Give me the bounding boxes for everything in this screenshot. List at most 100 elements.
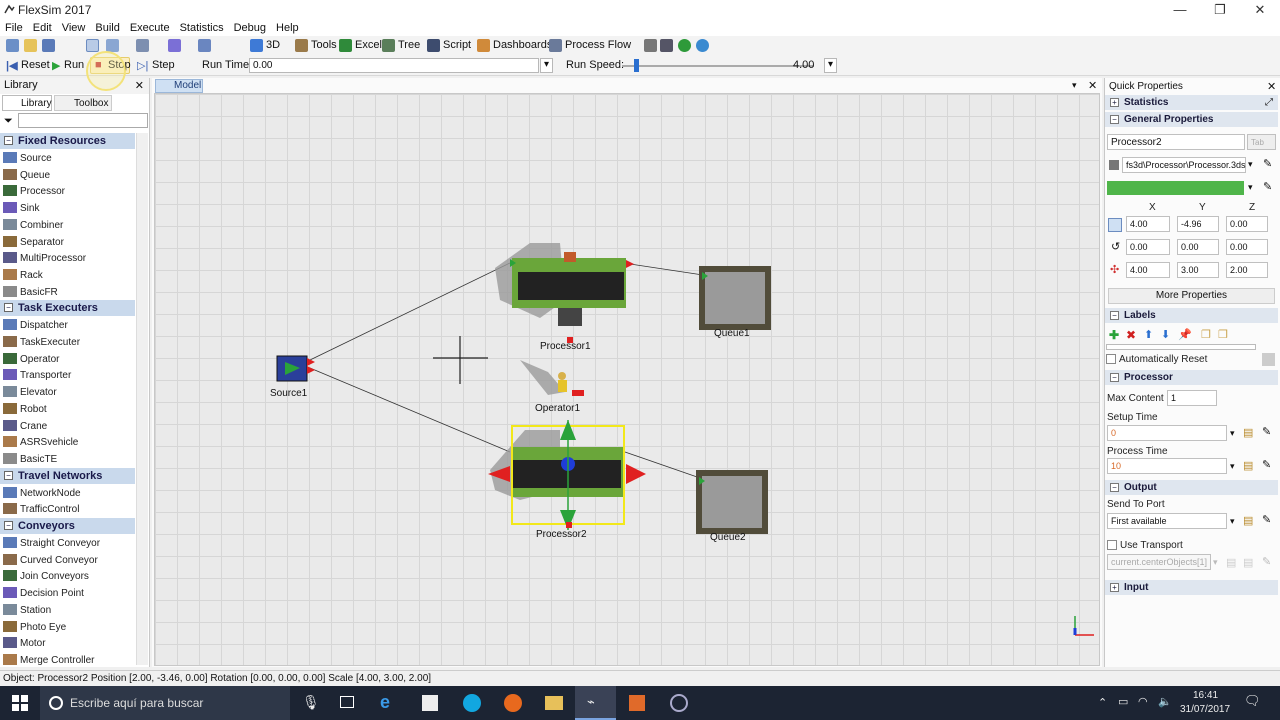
paste-label-icon[interactable]: ❐ (1218, 328, 1228, 341)
clock-date[interactable]: 31/07/2017 (1180, 704, 1230, 715)
send-to-port-field[interactable]: First available (1107, 513, 1227, 529)
send-to-port-edit-icon[interactable]: ✎ (1262, 513, 1271, 526)
setup-time-template-icon[interactable]: ▤ (1243, 426, 1253, 439)
expand-icon: + (1110, 98, 1119, 107)
process-time-field[interactable]: 10 (1107, 458, 1227, 474)
rotation-x-field[interactable]: 0.00 (1126, 239, 1170, 255)
transport-dropdown-icon[interactable]: ▾ (1213, 557, 1218, 568)
microphone-icon[interactable]: 🎙 (302, 694, 320, 711)
size-x-field[interactable]: 4.00 (1126, 262, 1170, 278)
battery-icon[interactable]: ▭ (1118, 695, 1128, 708)
setup-time-edit-icon[interactable]: ✎ (1262, 425, 1271, 438)
position-y-field[interactable]: -4.96 (1177, 216, 1219, 232)
source1-label: Source1 (270, 388, 308, 399)
flexsim-taskbar-button[interactable] (575, 686, 616, 720)
shape-field[interactable]: fs3d\Processor\Processor.3ds (1122, 157, 1246, 173)
shape-dropdown-icon[interactable]: ▾ (1248, 159, 1253, 170)
move-up-icon[interactable]: ⬆ (1144, 328, 1153, 341)
position-icon (1108, 218, 1122, 232)
labels-section[interactable]: − Labels (1105, 308, 1278, 323)
input-section[interactable]: + Input (1105, 580, 1278, 595)
use-transport-checkbox[interactable] (1107, 540, 1117, 550)
auto-reset-checkbox[interactable] (1106, 354, 1116, 364)
connector-source-processor2 (309, 367, 511, 453)
wifi-icon[interactable]: ◠ (1138, 695, 1148, 708)
status-text: Object: Processor2 Position [2.00, -3.46… (3, 673, 432, 684)
operator1-label: Operator1 (535, 403, 581, 414)
color-dropdown-icon[interactable]: ▾ (1248, 182, 1253, 193)
pin-icon[interactable]: 📌 (1178, 328, 1192, 341)
statistics-section[interactable]: + Statistics (1105, 95, 1278, 110)
quick-properties-title: Quick Properties (1109, 81, 1183, 92)
task-view-icon[interactable] (340, 696, 354, 708)
rotation-y-field[interactable]: 0.00 (1177, 239, 1219, 255)
setup-time-dropdown-icon[interactable]: ▾ (1230, 428, 1235, 439)
queue1-label: Queue1 (714, 328, 750, 339)
input-section-title: Input (1124, 582, 1149, 593)
color-eyedropper-icon[interactable]: ✎ (1263, 180, 1272, 193)
labels-table[interactable] (1106, 344, 1256, 350)
store-icon[interactable] (422, 695, 438, 711)
general-properties-section[interactable]: − General Properties (1105, 112, 1278, 127)
send-to-port-template-icon[interactable]: ▤ (1243, 514, 1253, 527)
output-section[interactable]: − Output (1105, 480, 1278, 495)
flexsim-taskbar-icon: ⌁ (587, 694, 595, 709)
labels-options-icon[interactable] (1262, 353, 1275, 366)
statistics-section-title: Statistics (1124, 97, 1169, 108)
show-hidden-icons[interactable]: ⌃ (1098, 696, 1107, 709)
transport-edit-icon[interactable]: ✎ (1262, 555, 1271, 568)
process-time-label: Process Time (1107, 446, 1168, 457)
volume-icon[interactable]: 🔈 (1158, 695, 1172, 708)
file-explorer-icon[interactable] (545, 696, 563, 710)
connector-processor1-queue1 (629, 263, 704, 276)
taskbar-search[interactable]: Escribe aquí para buscar (40, 686, 290, 720)
skype-icon[interactable] (463, 694, 481, 712)
edge-icon[interactable]: e (380, 692, 390, 713)
firefox-icon[interactable] (504, 694, 522, 712)
output-section-title: Output (1124, 482, 1157, 493)
transport-template-icon[interactable]: ▤ (1226, 556, 1236, 569)
status-bar: Object: Processor2 Position [2.00, -3.46… (0, 670, 1280, 686)
add-label-icon[interactable]: ✚ (1109, 328, 1119, 342)
connector-source-processor1 (309, 262, 511, 361)
position-x-field[interactable]: 4.00 (1126, 216, 1170, 232)
size-z-field[interactable]: 2.00 (1226, 262, 1268, 278)
rotation-z-field[interactable]: 0.00 (1226, 239, 1268, 255)
setup-time-field[interactable]: 0 (1107, 425, 1227, 441)
expand-icon: + (1110, 583, 1119, 592)
transport-copy-icon[interactable]: ▤ (1243, 556, 1253, 569)
process-time-dropdown-icon[interactable]: ▾ (1230, 461, 1235, 472)
rotation-icon: ↺ (1111, 241, 1121, 253)
max-content-label: Max Content (1107, 393, 1164, 404)
copy-label-icon[interactable]: ❐ (1201, 328, 1211, 341)
clock-time[interactable]: 16:41 (1193, 690, 1218, 701)
delete-label-icon[interactable]: ✖ (1126, 328, 1136, 342)
cortana-icon (49, 696, 63, 710)
processor-section-title: Processor (1124, 372, 1173, 383)
windows-start-icon[interactable] (12, 695, 28, 711)
transport-field[interactable]: current.centerObjects[1] (1107, 554, 1211, 570)
queue2-label: Queue2 (710, 532, 746, 543)
obs-taskbar-icon[interactable] (670, 694, 688, 712)
move-down-icon[interactable]: ⬇ (1161, 328, 1170, 341)
max-content-field[interactable]: 1 (1167, 390, 1217, 406)
app-taskbar-icon[interactable] (629, 695, 645, 711)
close-quick-properties-icon[interactable]: ✕ (1267, 80, 1276, 93)
tab-button[interactable]: Tab (1247, 134, 1276, 150)
setup-time-label: Setup Time (1107, 412, 1158, 423)
object-name-field[interactable]: Processor2 (1107, 134, 1245, 150)
process-time-edit-icon[interactable]: ✎ (1262, 458, 1271, 471)
send-to-port-dropdown-icon[interactable]: ▾ (1230, 516, 1235, 527)
processor-section[interactable]: − Processor (1105, 370, 1278, 385)
notifications-icon[interactable]: 🗨 (1244, 693, 1261, 709)
size-y-field[interactable]: 3.00 (1177, 262, 1219, 278)
operator1-object (520, 360, 584, 396)
collapse-icon: − (1110, 115, 1119, 124)
more-properties-button[interactable]: More Properties (1108, 288, 1275, 304)
shape-eyedropper-icon[interactable]: ✎ (1263, 157, 1272, 170)
general-properties-title: General Properties (1124, 114, 1214, 125)
color-swatch[interactable] (1107, 181, 1244, 195)
position-z-field[interactable]: 0.00 (1226, 216, 1268, 232)
process-time-template-icon[interactable]: ▤ (1243, 459, 1253, 472)
statistics-pin-icon[interactable]: ⤢ (1265, 97, 1273, 108)
